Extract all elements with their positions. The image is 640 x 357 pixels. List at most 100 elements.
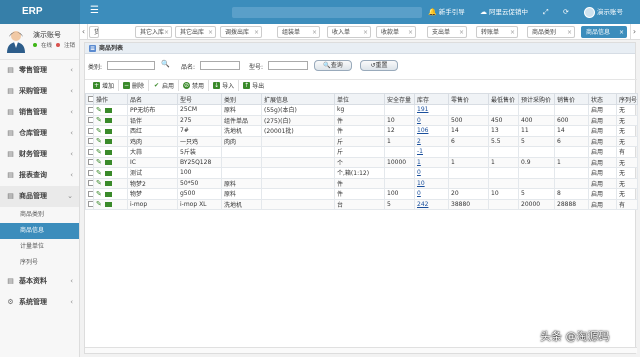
import-button[interactable]: ↓ 导入 [209, 79, 240, 91]
close-icon[interactable]: × [510, 27, 515, 37]
table-row[interactable]: ✎ 铅伴 275 组件单品 (275)(白) 件 10 0 500 450 400 600 启用无 [85, 114, 638, 126]
sidebar-item-retail[interactable]: ▤ 零售管理 ‹ [0, 60, 79, 81]
edit-icon[interactable]: ✎ [96, 179, 102, 187]
row-checkbox[interactable] [85, 104, 94, 116]
edit-icon[interactable]: ✎ [96, 137, 102, 145]
row-checkbox[interactable] [85, 177, 94, 189]
delete-row-icon[interactable] [104, 128, 112, 134]
table-row[interactable]: ✎ 物梦2 50*50 原料 件 10 启用无 [85, 177, 638, 189]
close-icon[interactable]: × [363, 27, 368, 37]
delete-row-icon[interactable] [104, 149, 112, 155]
table-cell[interactable]: -1 [414, 146, 449, 158]
column-header[interactable]: 序列号 [616, 93, 638, 105]
table-row[interactable]: ✎ 大蒜 5斤装 斤 -1 启用有 [85, 146, 638, 158]
delete-row-icon[interactable] [104, 191, 112, 197]
table-cell[interactable]: 191 [414, 104, 449, 116]
stock-link[interactable]: 0 [417, 169, 421, 176]
tab-item[interactable]: 转账单 × [476, 26, 518, 38]
delete-row-icon[interactable] [104, 170, 112, 176]
tab-item[interactable]: 收入单 × [327, 26, 371, 38]
column-header[interactable]: 安全存量 [384, 93, 415, 105]
close-icon[interactable]: × [254, 27, 259, 37]
sidebar-item-basic[interactable]: ▤ 基本资料 ‹ [0, 271, 79, 292]
stock-link[interactable]: 10 [417, 180, 425, 187]
row-checkbox[interactable] [85, 188, 94, 200]
add-button[interactable]: + 增加 [89, 79, 120, 91]
row-checkbox[interactable] [85, 146, 94, 158]
category-field[interactable] [107, 61, 155, 70]
tab-item[interactable]: 调拨出库 × [220, 26, 262, 38]
table-cell[interactable]: 106 [414, 125, 449, 137]
row-checkbox[interactable] [85, 114, 94, 126]
app-logo[interactable]: ERP [0, 0, 80, 24]
tab-item[interactable]: 其它入库 × [135, 26, 172, 38]
close-icon[interactable]: × [312, 27, 317, 37]
sidebar-subitem-goods-info[interactable]: 商品信息 [0, 223, 79, 239]
table-cell[interactable]: 1 [414, 156, 449, 168]
stock-link[interactable]: 1 [417, 159, 421, 166]
row-checkbox[interactable] [85, 135, 94, 147]
guide-link[interactable]: 🔔 新手引导 [428, 6, 465, 18]
delete-row-icon[interactable] [104, 139, 112, 145]
table-cell[interactable]: 10 [414, 177, 449, 189]
tab-item[interactable]: 其它出库 × [175, 26, 216, 38]
column-header[interactable]: 品名 [127, 93, 178, 105]
close-icon[interactable]: × [164, 27, 169, 37]
tab-item[interactable]: 支出单 × [427, 26, 467, 38]
sidebar-subitem-serial[interactable]: 序列号 [0, 255, 79, 271]
model-field[interactable] [268, 61, 308, 70]
export-button[interactable]: ↑ 导出 [239, 80, 268, 91]
search-icon[interactable]: 🔍 [161, 60, 170, 68]
sidebar-item-sales[interactable]: ▤ 销售管理 ‹ [0, 102, 79, 123]
tab-scroll-right-icon[interactable]: › [630, 24, 638, 40]
table-cell[interactable]: 0 [414, 167, 449, 179]
delete-row-icon[interactable] [104, 160, 112, 166]
sidebar-item-goods[interactable]: ▤ 商品管理 ⌄ [0, 186, 79, 207]
close-icon[interactable]: × [619, 27, 624, 37]
sidebar-item-purchase[interactable]: ▤ 采购管理 ‹ [0, 81, 79, 102]
delete-row-icon[interactable] [104, 118, 112, 124]
close-icon[interactable]: × [459, 27, 464, 37]
edit-icon[interactable]: ✎ [96, 148, 102, 156]
edit-icon[interactable]: ✎ [96, 106, 102, 114]
table-cell[interactable]: 2 [414, 135, 449, 147]
select-all-checkbox[interactable] [85, 93, 94, 105]
refresh-button[interactable]: ⟳ [563, 6, 569, 18]
edit-icon[interactable]: ✎ [96, 190, 102, 198]
table-row[interactable]: ✎ 西红 7# 洗地机 (20001批) 件 12 106 14 13 11 14 启用无 [85, 125, 638, 137]
tab-goods-info[interactable]: 商品信息 × [581, 26, 627, 38]
promo-link[interactable]: ☁ 阿里云促销中 [480, 6, 528, 18]
sidebar-item-system[interactable]: ⚙ 系统管理 ‹ [0, 292, 79, 313]
search-button[interactable]: 🔍查询 [314, 60, 352, 71]
table-row[interactable]: ✎ 物梦 g500 原料 件 100 0 20 10 5 8 启用无 [85, 188, 638, 200]
column-header[interactable]: 销售价 [554, 93, 589, 105]
edit-icon[interactable]: ✎ [96, 116, 102, 124]
stock-link[interactable]: 106 [417, 127, 428, 134]
column-header[interactable]: 型号 [177, 93, 222, 105]
delete-row-icon[interactable] [104, 107, 112, 113]
row-checkbox[interactable] [85, 167, 94, 179]
close-icon[interactable]: × [208, 27, 213, 37]
sidebar-subitem-unit[interactable]: 计量单位 [0, 239, 79, 255]
stock-link[interactable]: 0 [417, 190, 421, 197]
table-row[interactable]: ✎ i-mop i-mop XL 洗地机 台 5 242 38880 20000 28888 启用有 [85, 198, 638, 210]
column-header[interactable]: 单位 [334, 93, 385, 105]
tab-item[interactable]: 组装单 × [277, 26, 320, 38]
delete-row-icon[interactable] [104, 202, 112, 208]
table-cell[interactable]: 0 [414, 188, 449, 200]
header-search-bar[interactable] [232, 7, 422, 18]
delete-row-icon[interactable] [104, 181, 112, 187]
column-header[interactable]: 状态 [588, 93, 617, 105]
name-field[interactable] [200, 61, 240, 70]
row-checkbox[interactable] [85, 156, 94, 168]
row-checkbox[interactable] [85, 198, 94, 210]
table-row[interactable]: ✎ 测试 100 个,箱(1:12) 0 启用无 [85, 167, 638, 179]
disable-button[interactable]: ⊘ 禁用 [179, 79, 210, 91]
edit-icon[interactable]: ✎ [96, 200, 102, 208]
row-checkbox[interactable] [85, 125, 94, 137]
sidebar-item-warehouse[interactable]: ▤ 仓库管理 ‹ [0, 123, 79, 144]
column-header[interactable]: 库存 [414, 93, 449, 105]
fullscreen-button[interactable]: ⤢ [543, 6, 549, 18]
edit-icon[interactable]: ✎ [96, 169, 102, 177]
sidebar-item-finance[interactable]: ▤ 财务管理 ‹ [0, 144, 79, 165]
